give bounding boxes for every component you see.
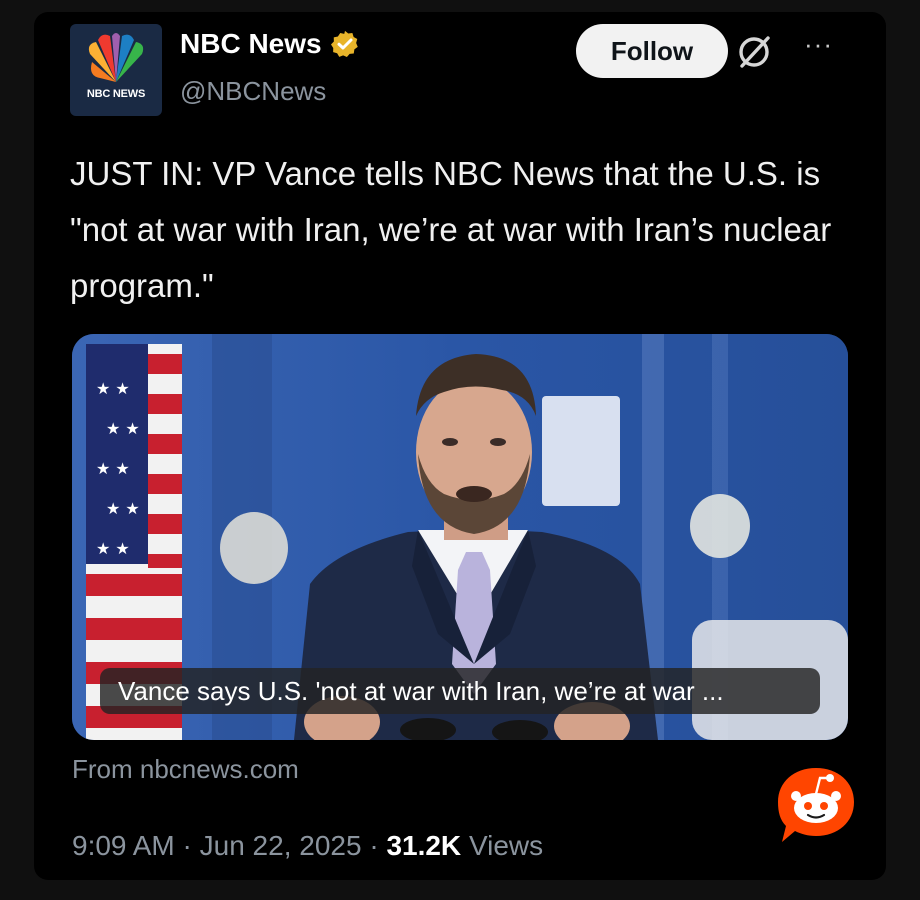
nbc-peacock-icon <box>88 33 144 82</box>
tweet-meta: 9:09 AM · Jun 22, 2025 · 31.2K Views <box>72 830 543 862</box>
link-source[interactable]: From nbcnews.com <box>72 754 299 785</box>
tweet-text: JUST IN: VP Vance tells NBC News that th… <box>70 155 832 304</box>
author-name[interactable]: NBC News <box>180 28 360 60</box>
svg-text:★ ★: ★ ★ <box>96 379 130 398</box>
meta-separator: · <box>182 830 192 861</box>
tweet-date[interactable]: Jun 22, 2025 <box>200 830 362 861</box>
grok-icon[interactable] <box>734 32 774 72</box>
svg-text:★ ★: ★ ★ <box>96 459 130 478</box>
follow-button[interactable]: Follow <box>576 24 728 78</box>
svg-text:★ ★: ★ ★ <box>96 539 130 558</box>
author-name-text: NBC News <box>180 28 322 59</box>
media-card[interactable]: ★ ★ ★ ★ ★ ★ ★ ★ ★ ★ Vance says U.S. 'not… <box>72 334 848 740</box>
svg-text:★ ★: ★ ★ <box>106 419 140 438</box>
views-label: Views <box>468 830 544 861</box>
avatar-logo-text: NBC NEWS <box>86 88 146 100</box>
views-count: 31.2K <box>386 830 462 861</box>
meta-separator: · <box>369 830 379 861</box>
tweet-card: NBC NEWS NBC News @NBCNews Follow ··· JU… <box>34 12 886 880</box>
gold-verified-icon <box>330 30 358 57</box>
svg-text:★ ★: ★ ★ <box>106 499 140 518</box>
media-caption: Vance says U.S. 'not at war with Iran, w… <box>100 668 820 714</box>
tweet-time[interactable]: 9:09 AM <box>72 830 175 861</box>
reddit-watermark-icon <box>778 768 854 842</box>
author-handle[interactable]: @NBCNews <box>180 76 326 107</box>
more-options-icon[interactable]: ··· <box>804 31 833 57</box>
avatar[interactable]: NBC NEWS <box>70 24 162 116</box>
